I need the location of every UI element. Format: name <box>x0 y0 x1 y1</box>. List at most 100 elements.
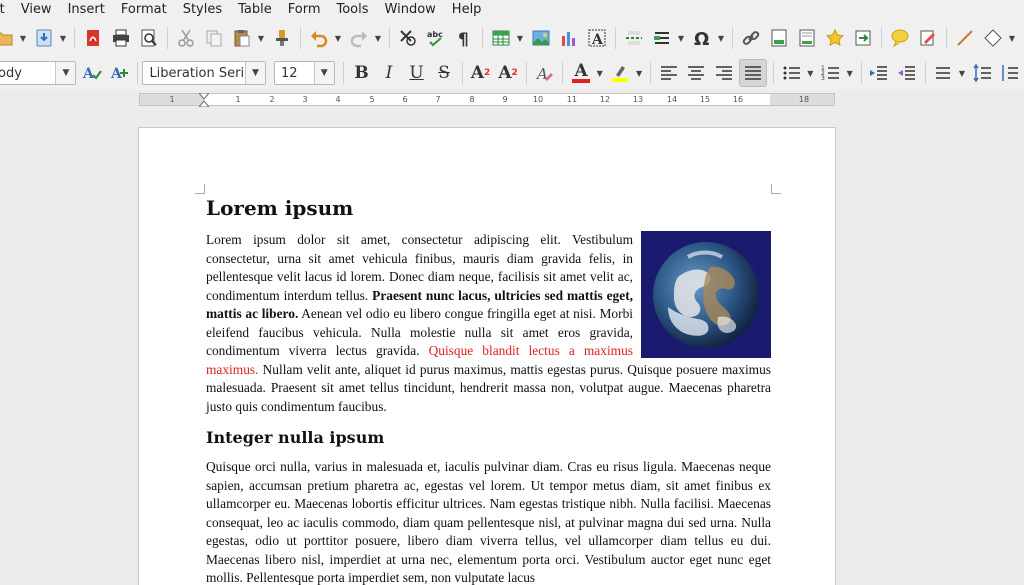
redo-dropdown-arrow[interactable]: ▼ <box>373 26 383 50</box>
clone-formatting-icon[interactable] <box>270 26 294 50</box>
paragraph-1: Lorem ipsum dolor sit amet, consectetur … <box>206 231 771 416</box>
font-size-value: 12 <box>280 65 298 81</box>
menu-insert[interactable]: Insert <box>60 0 113 20</box>
font-size-combo[interactable]: 12 ▼ <box>273 61 335 85</box>
insert-textbox-icon[interactable]: A <box>585 26 609 50</box>
line-icon[interactable] <box>953 26 977 50</box>
font-name-combo[interactable]: Liberation Seri ▼ <box>142 61 266 85</box>
paragraph-style-value: ody <box>0 65 22 81</box>
special-char-dropdown-arrow[interactable]: ▼ <box>716 26 726 50</box>
copy-icon[interactable] <box>202 26 226 50</box>
menu-table[interactable]: Table <box>230 0 280 20</box>
print-preview-icon[interactable] <box>137 26 161 50</box>
superscript-button[interactable]: A2 <box>469 61 493 85</box>
font-color-dropdown-arrow[interactable]: ▼ <box>595 61 605 85</box>
undo-dropdown-arrow[interactable]: ▼ <box>333 26 343 50</box>
document-page[interactable]: Lorem ipsum Lorem ipsum dolor sit amet, … <box>138 127 836 585</box>
earth-image[interactable] <box>641 231 771 358</box>
toolbar-separator <box>74 27 75 49</box>
menu-form[interactable]: Form <box>280 0 329 20</box>
line-spacing-dropdown-arrow[interactable]: ▼ <box>957 61 967 85</box>
toolbar-separator <box>167 27 168 49</box>
justify-icon[interactable] <box>739 59 767 87</box>
highlight-dropdown-arrow[interactable]: ▼ <box>634 61 644 85</box>
menu-view[interactable]: View <box>13 0 60 20</box>
undo-icon[interactable] <box>307 26 331 50</box>
update-style-icon[interactable]: A <box>80 61 104 85</box>
table-dropdown-arrow[interactable]: ▼ <box>515 26 525 50</box>
new-style-icon[interactable]: A <box>108 61 132 85</box>
insert-field-icon[interactable] <box>650 26 674 50</box>
svg-text:Ω: Ω <box>694 29 709 48</box>
increase-paragraph-spacing-icon[interactable] <box>971 61 995 85</box>
menu-styles[interactable]: Styles <box>175 0 230 20</box>
ruler-indent-marker-icon[interactable] <box>199 93 209 107</box>
shapes-dropdown-arrow[interactable]: ▼ <box>1007 26 1017 50</box>
menu-edit[interactable]: it <box>0 0 13 20</box>
comment-icon[interactable] <box>888 26 912 50</box>
ruler-number: 16 <box>732 95 744 104</box>
align-center-icon[interactable] <box>684 61 708 85</box>
decrease-indent-icon[interactable] <box>895 61 919 85</box>
save-icon[interactable] <box>32 26 56 50</box>
bold-button[interactable]: B <box>350 61 374 85</box>
align-right-icon[interactable] <box>712 61 736 85</box>
bookmark-icon[interactable] <box>823 26 847 50</box>
paste-icon[interactable] <box>230 26 254 50</box>
print-icon[interactable] <box>109 26 133 50</box>
footnote-icon[interactable] <box>767 26 791 50</box>
insert-chart-icon[interactable] <box>557 26 581 50</box>
ruler-number: 6 <box>402 95 408 104</box>
track-changes-icon[interactable] <box>916 26 940 50</box>
line-spacing-icon[interactable] <box>932 61 956 85</box>
italic-glyph: I <box>385 63 393 83</box>
chevron-down-icon[interactable]: ▼ <box>55 62 76 84</box>
paste-dropdown-arrow[interactable]: ▼ <box>256 26 266 50</box>
special-character-icon[interactable]: Ω <box>690 26 714 50</box>
open-dropdown-arrow[interactable]: ▼ <box>18 26 28 50</box>
ruler-number: 7 <box>435 95 441 104</box>
numbered-dropdown-arrow[interactable]: ▼ <box>845 61 855 85</box>
menu-help[interactable]: Help <box>444 0 490 20</box>
hyperlink-icon[interactable] <box>739 26 763 50</box>
superscript-glyph: A <box>470 63 485 83</box>
clear-formatting-icon[interactable]: A <box>533 61 557 85</box>
strikethrough-button[interactable]: S <box>432 61 456 85</box>
menu-tools[interactable]: Tools <box>329 0 377 20</box>
increase-indent-icon[interactable] <box>868 61 892 85</box>
cut-icon[interactable] <box>174 26 198 50</box>
highlight-color-icon[interactable] <box>609 61 633 85</box>
toolbar-separator <box>525 62 527 84</box>
insert-page-break-icon[interactable] <box>622 26 646 50</box>
align-left-icon[interactable] <box>657 61 681 85</box>
bullet-list-icon[interactable] <box>780 61 804 85</box>
document-body[interactable]: Lorem ipsum Lorem ipsum dolor sit amet, … <box>206 194 771 585</box>
font-color-button[interactable]: A <box>569 61 593 85</box>
paragraph-style-combo[interactable]: ody ▼ <box>0 61 77 85</box>
field-dropdown-arrow[interactable]: ▼ <box>676 26 686 50</box>
menu-window[interactable]: Window <box>377 0 444 20</box>
svg-text:A: A <box>591 32 604 48</box>
ruler-bar[interactable]: 1 1 2 3 4 5 6 7 8 9 10 11 12 13 14 15 16… <box>139 93 835 107</box>
redo-icon[interactable] <box>347 26 371 50</box>
basic-shapes-icon[interactable] <box>981 26 1005 50</box>
underline-button[interactable]: U <box>405 61 429 85</box>
subscript-button[interactable]: A2 <box>496 61 520 85</box>
open-folder-icon[interactable] <box>0 26 16 50</box>
bullet-dropdown-arrow[interactable]: ▼ <box>805 61 815 85</box>
export-pdf-icon[interactable] <box>81 26 105 50</box>
find-replace-icon[interactable] <box>396 26 420 50</box>
spelling-icon[interactable]: abc <box>424 26 448 50</box>
chevron-down-icon[interactable]: ▼ <box>313 62 334 84</box>
decrease-paragraph-spacing-icon[interactable] <box>998 61 1022 85</box>
numbered-list-icon[interactable]: 123 <box>819 61 843 85</box>
formatting-marks-icon[interactable]: ¶ <box>452 26 476 50</box>
menu-format[interactable]: Format <box>113 0 175 20</box>
italic-button[interactable]: I <box>377 61 401 85</box>
chevron-down-icon[interactable]: ▼ <box>244 62 265 84</box>
insert-table-icon[interactable] <box>489 26 513 50</box>
save-dropdown-arrow[interactable]: ▼ <box>58 26 68 50</box>
cross-reference-icon[interactable] <box>851 26 875 50</box>
endnote-icon[interactable] <box>795 26 819 50</box>
insert-image-icon[interactable] <box>529 26 553 50</box>
